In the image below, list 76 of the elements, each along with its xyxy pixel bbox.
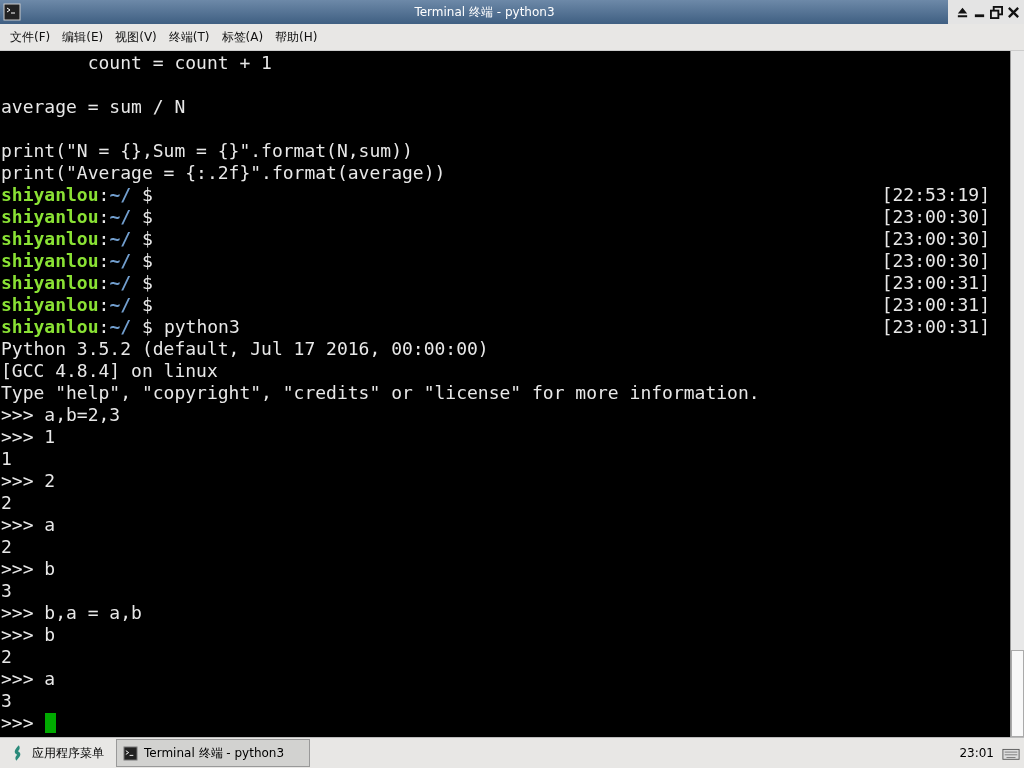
prompt-user: shiyanlou xyxy=(1,206,99,228)
terminal-line: >>> b xyxy=(1,624,56,646)
prompt-path: ~/ xyxy=(109,250,132,272)
terminal-line: 1 xyxy=(1,448,12,470)
prompt-path: ~/ xyxy=(109,272,132,294)
prompt-user: shiyanlou xyxy=(1,294,99,316)
prompt-user: shiyanlou xyxy=(1,228,99,250)
prompt-time: [23:00:30] xyxy=(881,206,990,228)
prompt-separator: : xyxy=(98,250,110,272)
command-text: python3 xyxy=(163,316,240,338)
terminal-line: 3 xyxy=(1,580,12,602)
prompt-path: ~/ xyxy=(109,316,132,338)
prompt-user: shiyanlou xyxy=(1,184,99,206)
prompt-time: [22:53:19] xyxy=(881,184,990,206)
prompt-user: shiyanlou xyxy=(1,272,99,294)
terminal-icon[interactable] xyxy=(3,3,21,21)
prompt-path: ~/ xyxy=(109,228,132,250)
close-icon[interactable] xyxy=(1007,5,1020,19)
prompt-separator: : xyxy=(98,316,110,338)
task-label: Terminal 终端 - python3 xyxy=(144,744,285,762)
prompt-time: [23:00:31] xyxy=(881,316,990,338)
terminal-line: >>> b xyxy=(1,558,56,580)
terminal-line: >>> a xyxy=(1,668,56,690)
terminal-line: count = count + 1 xyxy=(86,52,272,74)
terminal-line: 2 xyxy=(1,492,12,514)
prompt-symbol: $ xyxy=(142,272,153,294)
terminal-line: average = sum / N xyxy=(1,96,186,118)
prompt-symbol: $ xyxy=(142,206,153,228)
prompt-symbol: $ xyxy=(142,184,153,206)
prompt-separator: : xyxy=(98,294,110,316)
prompt-time: [23:00:31] xyxy=(881,294,990,316)
prompt-separator: : xyxy=(98,206,110,228)
menu-item[interactable]: 文件(F) xyxy=(4,28,57,46)
prompt-separator: : xyxy=(98,228,110,250)
prompt-symbol: $ xyxy=(142,316,153,338)
terminal-line: 3 xyxy=(1,690,12,712)
terminal-line: >>> a xyxy=(1,514,56,536)
maximize-icon[interactable] xyxy=(990,5,1003,19)
menu-item[interactable]: 终端(T) xyxy=(162,28,216,46)
scrollbar-thumb[interactable] xyxy=(1011,650,1024,737)
menu-item[interactable]: 标签(A) xyxy=(215,28,270,46)
prompt-time: [23:00:30] xyxy=(881,250,990,272)
prompt-path: ~/ xyxy=(109,294,132,316)
terminal-line: >>> a,b=2,3 xyxy=(1,404,121,426)
terminal-line: 2 xyxy=(1,646,12,668)
prompt-time: [23:00:31] xyxy=(881,272,990,294)
window-title: Terminal 终端 - python3 xyxy=(413,3,556,21)
terminal-line: >>> 2 xyxy=(1,470,56,492)
prompt-separator: : xyxy=(98,272,110,294)
terminal-line: 2 xyxy=(1,536,12,558)
prompt-symbol: $ xyxy=(142,228,153,250)
terminal-line: print("Average = {:.2f}".format(average)) xyxy=(1,162,446,184)
prompt-symbol: $ xyxy=(142,250,153,272)
prompt-path: ~/ xyxy=(109,184,132,206)
prompt-user: shiyanlou xyxy=(1,250,99,272)
prompt-user: shiyanlou xyxy=(1,316,99,338)
prompt-separator: : xyxy=(98,184,110,206)
terminal-line: Python 3.5.2 (default, Jul 17 2016, 00:00:00) xyxy=(1,338,489,360)
terminal-line: >>> 1 xyxy=(1,426,56,448)
shade-icon[interactable] xyxy=(956,5,969,19)
scrollbar[interactable] xyxy=(1010,51,1024,737)
terminal-line: Type "help", "copyright", "credits" or "license" for more information. xyxy=(1,382,760,404)
terminal-line: print("N = {},Sum = {}".format(N,sum)) xyxy=(1,140,413,162)
taskbar-button[interactable]: Terminal 终端 - python3 xyxy=(116,739,310,767)
terminal-line: >>> b,a = a,b xyxy=(1,602,142,624)
terminal-line: [GCC 4.8.4] on linux xyxy=(1,360,218,382)
terminal-icon xyxy=(123,745,138,761)
menu-item[interactable]: 编辑(E) xyxy=(56,28,110,46)
prompt-path: ~/ xyxy=(109,206,132,228)
prompt-time: [23:00:30] xyxy=(881,228,990,250)
menu-item[interactable]: 帮助(H) xyxy=(269,28,324,46)
menu-item[interactable]: 视图(V) xyxy=(109,28,163,46)
prompt-symbol: $ xyxy=(142,294,153,316)
terminal-line: >>> xyxy=(1,712,34,734)
clock: 23:01 xyxy=(959,746,994,760)
app-menu[interactable]: 应用程序菜单 xyxy=(32,744,104,762)
